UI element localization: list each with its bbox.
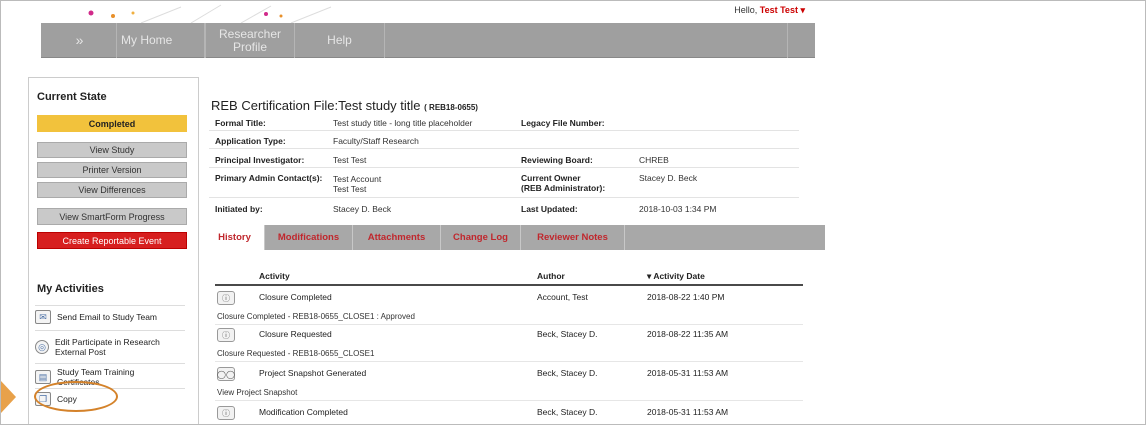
certificate-icon: ▤ <box>35 369 51 384</box>
row-date: 2018-05-31 11:53 AM <box>647 368 729 378</box>
application-type-value: Faculty/Staff Research <box>333 136 419 146</box>
header-banner <box>41 1 801 23</box>
current-owner-value: Stacey D. Beck <box>639 173 698 183</box>
reviewing-board-label: Reviewing Board: <box>521 155 593 165</box>
nav-help[interactable]: Help <box>295 23 385 58</box>
my-activities-title: My Activities <box>37 283 104 295</box>
admin-contact-1: Test Account <box>333 174 382 184</box>
row-author: Beck, Stacey D. <box>537 368 598 378</box>
formal-title-value: Test study title - long title placeholde… <box>333 118 473 128</box>
current-state-title: Current State <box>37 91 107 103</box>
last-updated-label: Last Updated: <box>521 204 578 214</box>
web-icon: ◎ <box>35 339 49 354</box>
annotation-arrow <box>1 381 16 413</box>
admin-contact-label: Primary Admin Contact(s): <box>215 173 323 183</box>
app-window: Hello, Test Test ▾ » My Home Researcher … <box>0 0 1146 425</box>
user-menu[interactable]: Test Test ▾ <box>760 5 805 15</box>
application-type-label: Application Type: <box>215 136 286 146</box>
pi-value: Test Test <box>333 155 367 165</box>
info-icon[interactable]: ⓘ <box>217 291 235 305</box>
email-icon: ✉ <box>35 310 51 324</box>
current-owner-sublabel: (REB Administrator): <box>521 183 606 193</box>
row-note: Closure Completed - REB18-0655_CLOSE1 : … <box>215 310 803 325</box>
activity-edit-participate[interactable]: ◎ Edit Participate in Research External … <box>35 330 185 362</box>
current-owner-label: Current Owner <box>521 173 581 183</box>
left-panel: Current State Completed View Study Print… <box>28 77 199 424</box>
row-date: 2018-05-31 11:53 AM <box>647 407 729 417</box>
nav-end-cap <box>787 23 815 58</box>
row-activity: Modification Completed <box>259 407 348 417</box>
field-row-formal-title: Formal Title: Test study title - long ti… <box>209 115 799 131</box>
row-author: Account, Test <box>537 292 588 302</box>
user-greeting: Hello, Test Test ▾ <box>734 5 805 16</box>
tab-history[interactable]: History <box>205 225 265 250</box>
row-note: Closure Requested - REB18-0655_CLOSE1 <box>215 347 803 362</box>
tab-attachments[interactable]: Attachments <box>353 225 441 250</box>
nav-researcher-profile[interactable]: Researcher Profile <box>205 23 295 58</box>
printer-version-button[interactable]: Printer Version <box>37 162 187 178</box>
field-row-admin: Primary Admin Contact(s): Test Account T… <box>209 170 799 198</box>
file-title-text: REB Certification File:Test study title <box>211 98 421 113</box>
admin-contact-2: Test Test <box>333 184 367 194</box>
activity-send-email[interactable]: ✉ Send Email to Study Team <box>35 305 185 328</box>
legacy-number-label: Legacy File Number: <box>521 118 605 128</box>
banner-graphic <box>88 4 332 23</box>
column-activity[interactable]: Activity <box>259 271 290 281</box>
reviewing-board-value: CHREB <box>639 155 669 165</box>
chevron-down-icon[interactable]: ▾ <box>800 5 805 15</box>
row-date: 2018-08-22 11:35 AM <box>647 329 729 339</box>
table-row: ◯◯ Project Snapshot Generated Beck, Stac… <box>215 364 803 384</box>
field-row-investigator: Principal Investigator: Test Test Review… <box>209 151 799 168</box>
main-content: REB Certification File:Test study title … <box>201 77 825 424</box>
file-code: ( REB18-0655) <box>424 103 478 112</box>
row-note-text: Closure Completed - REB18-0655_CLOSE1 : … <box>217 312 415 321</box>
main-nav: » My Home Researcher Profile Help <box>41 23 815 58</box>
field-row-initiated: Initiated by: Stacey D. Beck Last Update… <box>209 200 799 218</box>
tab-reviewer-notes[interactable]: Reviewer Notes <box>521 225 625 250</box>
nav-expand-button[interactable]: » <box>41 23 117 58</box>
row-author: Beck, Stacey D. <box>537 407 598 417</box>
initiated-by-label: Initiated by: <box>215 204 263 214</box>
history-table-header: Activity Author ▾ Activity Date <box>215 268 803 286</box>
table-row: ⓘ Closure Requested Beck, Stacey D. 2018… <box>215 325 803 345</box>
formal-title-label: Formal Title: <box>215 118 266 128</box>
status-badge: Completed <box>37 115 187 132</box>
row-note-text: Closure Requested - REB18-0655_CLOSE1 <box>217 349 375 358</box>
greeting-text: Hello, <box>734 5 758 15</box>
annotation-highlight-oval <box>34 381 118 412</box>
view-smartform-progress-button[interactable]: View SmartForm Progress <box>37 208 187 225</box>
nav-my-home[interactable]: My Home <box>117 23 205 58</box>
tab-bar: History Modifications Attachments Change… <box>205 225 825 250</box>
pi-label: Principal Investigator: <box>215 155 305 165</box>
row-author: Beck, Stacey D. <box>537 329 598 339</box>
field-row-application-type: Application Type: Faculty/Staff Research <box>209 133 799 149</box>
create-reportable-event-button[interactable]: Create Reportable Event <box>37 232 187 249</box>
last-updated-value: 2018-10-03 1:34 PM <box>639 204 717 214</box>
initiated-by-value: Stacey D. Beck <box>333 204 392 214</box>
row-note: View Project Snapshot <box>215 386 803 401</box>
row-activity: Closure Requested <box>259 329 332 339</box>
column-activity-date[interactable]: ▾ Activity Date <box>647 271 705 282</box>
column-author[interactable]: Author <box>537 271 565 281</box>
tab-modifications[interactable]: Modifications <box>265 225 353 250</box>
row-activity: Project Snapshot Generated <box>259 368 367 378</box>
view-differences-button[interactable]: View Differences <box>37 182 187 198</box>
info-icon[interactable]: ⓘ <box>217 406 235 420</box>
snapshot-icon[interactable]: ◯◯ <box>217 367 235 381</box>
view-project-snapshot-link[interactable]: View Project Snapshot <box>217 388 297 397</box>
row-date: 2018-08-22 1:40 PM <box>647 292 725 302</box>
table-row: ⓘ Modification Completed Beck, Stacey D.… <box>215 403 803 423</box>
activity-label[interactable]: Edit Participate in Research External Po… <box>55 337 170 357</box>
table-row: ⓘ Closure Completed Account, Test 2018-0… <box>215 288 803 308</box>
view-study-button[interactable]: View Study <box>37 142 187 158</box>
info-icon[interactable]: ⓘ <box>217 328 235 342</box>
tab-change-log[interactable]: Change Log <box>441 225 521 250</box>
row-activity: Closure Completed <box>259 292 332 302</box>
user-name[interactable]: Test Test <box>760 5 798 15</box>
page-title: REB Certification File:Test study title … <box>211 98 478 113</box>
activity-label[interactable]: Send Email to Study Team <box>57 312 157 322</box>
